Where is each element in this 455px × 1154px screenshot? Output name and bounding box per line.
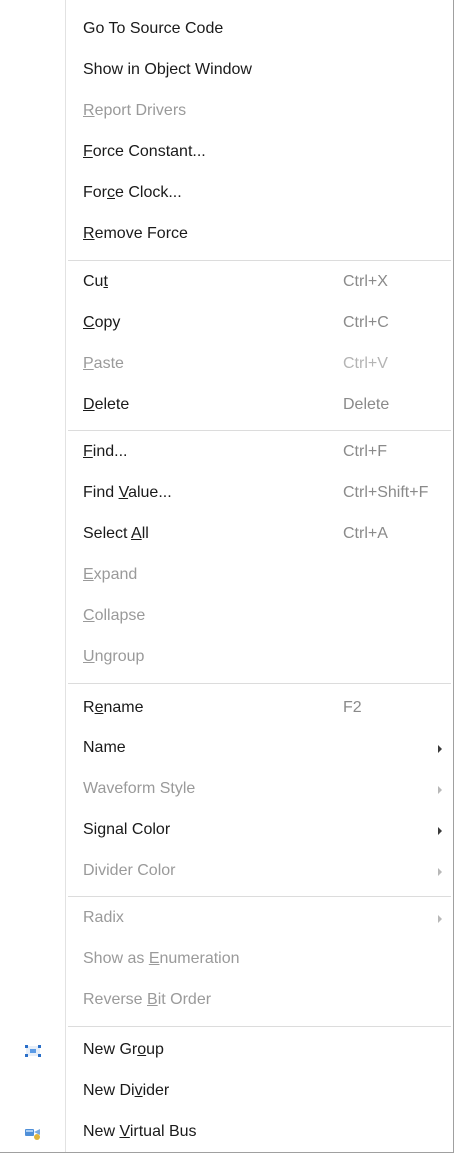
menu-item-label: Radix	[83, 909, 124, 926]
menu-item-go-to-source-code[interactable]: Go To Source Code	[0, 10, 453, 51]
menu-item-show-in-object-window[interactable]: Show in Object Window	[0, 51, 453, 92]
menu-item-label: Waveform Style	[83, 780, 196, 797]
menu-item-label: Delete	[83, 396, 130, 413]
menu-separator	[68, 683, 451, 684]
menu-item-select-all[interactable]: Select All Ctrl+A	[0, 515, 453, 556]
menu-item-label: Show in Object Window	[83, 61, 252, 78]
menu-item-label: Force Clock...	[83, 184, 182, 201]
menu-separator	[68, 1026, 451, 1027]
menu-item-label: Divider Color	[83, 862, 176, 879]
menu-item-copy[interactable]: Copy Ctrl+C	[0, 304, 453, 345]
context-menu: Go To Source Code Show in Object Window …	[0, 0, 454, 1153]
menu-item-label: Find Value...	[83, 484, 172, 501]
menu-item-label: Signal Color	[83, 821, 171, 838]
new-group-icon	[24, 1043, 42, 1059]
submenu-arrow-icon	[438, 827, 442, 835]
menu-item-label: Paste	[83, 355, 124, 372]
menu-item-reverse-bit-order: Reverse Bit Order	[0, 981, 453, 1022]
menu-item-label: Find...	[83, 443, 128, 460]
menu-item-label: Go To Source Code	[83, 20, 224, 37]
menu-item-label: Copy	[83, 314, 121, 331]
menu-item-new-group[interactable]: New Group	[0, 1031, 453, 1072]
menu-item-new-divider[interactable]: New Divider	[0, 1072, 453, 1113]
virtual-bus-icon	[24, 1125, 42, 1141]
menu-item-label: Ungroup	[83, 648, 145, 665]
menu-item-shortcut: Ctrl+C	[343, 314, 389, 331]
menu-item-force-clock[interactable]: Force Clock...	[0, 174, 453, 215]
menu-separator	[68, 896, 451, 897]
menu-item-collapse: Collapse	[0, 597, 453, 638]
menu-item-cut[interactable]: Cut Ctrl+X	[0, 263, 453, 304]
menu-item-force-constant[interactable]: Force Constant...	[0, 133, 453, 174]
menu-item-label: Force Constant...	[83, 143, 206, 160]
menu-item-rename[interactable]: Rename F2	[0, 689, 453, 730]
menu-item-label: New Group	[83, 1041, 164, 1058]
submenu-arrow-icon	[438, 868, 442, 876]
menu-item-label: New Divider	[83, 1082, 170, 1099]
submenu-arrow-icon	[438, 745, 442, 753]
menu-item-shortcut: Ctrl+X	[343, 273, 388, 290]
menu-item-report-drivers: Report Drivers	[0, 92, 453, 133]
menu-item-label: Report Drivers	[83, 102, 187, 119]
menu-item-shortcut: Ctrl+F	[343, 443, 387, 460]
submenu-arrow-icon	[438, 786, 442, 794]
menu-item-label: Remove Force	[83, 225, 188, 242]
menu-item-shortcut: Ctrl+Shift+F	[343, 484, 429, 501]
menu-item-label: Name	[83, 739, 126, 756]
menu-item-signal-color[interactable]: Signal Color	[0, 811, 453, 852]
menu-item-shortcut: Ctrl+V	[343, 355, 388, 372]
menu-item-divider-color: Divider Color	[0, 852, 453, 893]
menu-item-label: Select All	[83, 525, 149, 542]
submenu-arrow-icon	[438, 915, 442, 923]
menu-item-label: Reverse Bit Order	[83, 991, 212, 1008]
menu-item-label: New Virtual Bus	[83, 1123, 197, 1140]
menu-item-label: Show as Enumeration	[83, 950, 240, 967]
menu-item-label: Rename	[83, 699, 144, 716]
menu-item-radix: Radix	[0, 899, 453, 940]
menu-item-ungroup: Ungroup	[0, 638, 453, 679]
menu-item-expand: Expand	[0, 556, 453, 597]
menu-item-label: Cut	[83, 273, 108, 290]
menu-item-show-as-enumeration: Show as Enumeration	[0, 940, 453, 981]
menu-separator	[68, 430, 451, 431]
menu-item-shortcut: Delete	[343, 396, 390, 413]
menu-item-delete[interactable]: Delete Delete	[0, 386, 453, 427]
menu-item-remove-force[interactable]: Remove Force	[0, 215, 453, 256]
menu-item-new-virtual-bus[interactable]: New Virtual Bus	[0, 1113, 453, 1154]
menu-item-shortcut: F2	[343, 699, 362, 716]
menu-item-find-value[interactable]: Find Value... Ctrl+Shift+F	[0, 474, 453, 515]
menu-item-name[interactable]: Name	[0, 729, 453, 770]
menu-item-shortcut: Ctrl+A	[343, 525, 388, 542]
menu-item-label: Collapse	[83, 607, 146, 624]
menu-item-paste: Paste Ctrl+V	[0, 345, 453, 386]
menu-item-label: Expand	[83, 566, 138, 583]
menu-separator	[68, 260, 451, 261]
menu-item-waveform-style: Waveform Style	[0, 770, 453, 811]
menu-item-find[interactable]: Find... Ctrl+F	[0, 433, 453, 474]
